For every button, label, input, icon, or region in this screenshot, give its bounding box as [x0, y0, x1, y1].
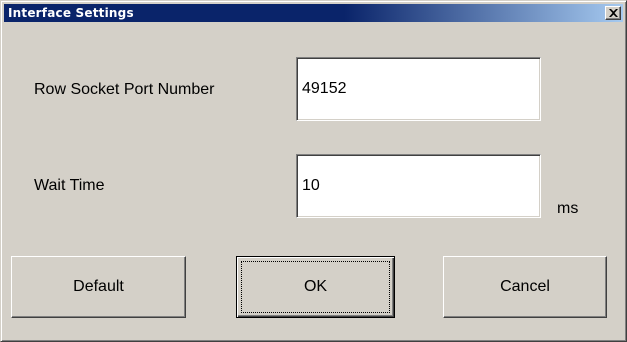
interface-settings-dialog: Interface Settings Row Socket Port Numbe…	[0, 0, 627, 342]
close-button[interactable]	[605, 6, 621, 20]
default-button[interactable]: Default	[11, 256, 186, 318]
default-button-label: Default	[73, 278, 124, 295]
title-bar[interactable]: Interface Settings	[4, 4, 623, 22]
cancel-button-label: Cancel	[500, 278, 550, 295]
port-number-input[interactable]	[296, 57, 541, 121]
wait-time-input[interactable]	[296, 154, 541, 218]
port-number-label: Row Socket Port Number	[34, 81, 215, 98]
wait-time-unit: ms	[557, 200, 579, 217]
ok-button[interactable]: OK	[236, 256, 395, 318]
cancel-button[interactable]: Cancel	[443, 256, 607, 318]
close-icon	[609, 9, 618, 17]
ok-button-label: OK	[303, 278, 328, 295]
wait-time-label: Wait Time	[34, 177, 105, 194]
window-title: Interface Settings	[8, 6, 134, 20]
